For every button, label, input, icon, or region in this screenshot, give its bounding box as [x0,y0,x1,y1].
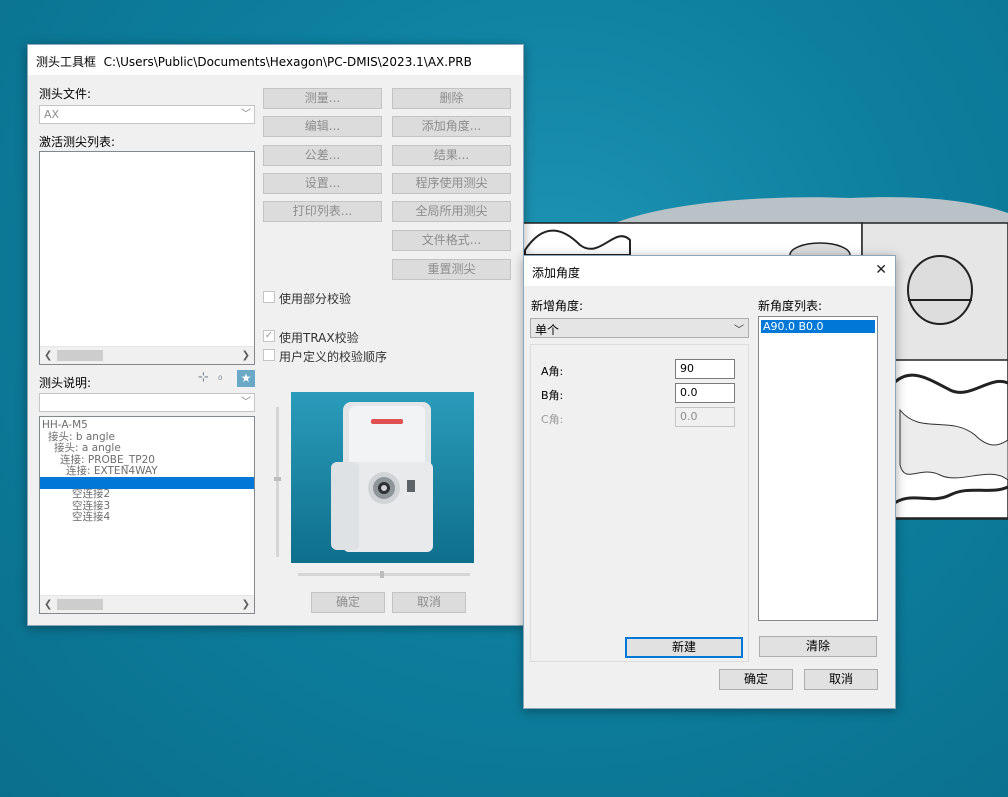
zero-component-icon[interactable]: ₀ [218,370,235,387]
scroll-thumb[interactable] [57,350,103,361]
chevron-down-icon: ﹀ [241,397,251,408]
angle-dialog-titlebar[interactable]: 添加角度 ✕ [524,256,895,286]
star-favorite-icon[interactable]: ★ [237,370,255,387]
angle-mode-select[interactable]: 单个 ﹀ [530,318,749,338]
scroll-left-icon[interactable]: ❮ [44,596,52,613]
results-button[interactable]: 结果... [392,145,511,166]
probe-3d-viewport[interactable] [291,392,474,563]
rotate-horizontal-slider[interactable] [298,571,470,578]
partial-calibration-checkbox[interactable] [263,291,275,303]
add-angles-dialog: 添加角度 ✕ 新增角度: 单个 ﹀ A角: 90 B角: 0.0 C角: 0.0… [523,255,896,709]
scroll-thumb[interactable] [57,599,103,610]
probe-component-tree[interactable]: HH-A-M5 接头: b angle 接头: a angle 连接: PROBE_T… [39,416,255,614]
reset-tips-button[interactable]: 重置测尖 [392,259,511,280]
trax-calibration-label: 使用TRAX校验 [279,331,359,345]
probe-file-label: 测头文件: [39,87,92,101]
angle-ok-button[interactable]: 确定 [719,669,793,690]
probe-file-combo[interactable]: AX ﹀ [39,105,255,124]
a-angle-label: A角: [541,365,564,378]
tolerance-button[interactable]: 公差... [263,145,382,166]
trax-calibration-checkbox[interactable]: ✓ [263,330,275,342]
probe-head-render [331,402,433,552]
new-angle-label: 新增角度: [531,299,584,313]
probe-window-title: 测头工具框 C:\Users\Public\Documents\Hexagon\… [36,55,472,69]
probe-toolbar-icons: ⊹ ₀ ★ [198,370,256,388]
slider-thumb[interactable] [274,477,281,481]
angle-list-items: A90.0 B0.0 [759,320,877,333]
add-component-icon[interactable]: ⊹ [198,370,215,387]
angle-dialog-title: 添加角度 [532,266,581,280]
active-tips-list[interactable]: ❮ ❯ [39,151,255,365]
scroll-right-icon[interactable]: ❯ [242,596,250,613]
zoom-vertical-slider[interactable] [274,407,281,557]
measure-button[interactable]: 测量... [263,88,382,109]
probe-ok-button[interactable]: 确定 [311,592,385,613]
tree-item[interactable]: 空连接2 [42,488,110,500]
tree-item[interactable]: 连接: EXTEN4WAY [42,465,158,477]
angle-input-panel: A角: 90 B角: 0.0 C角: 0.0 新建 [530,344,749,662]
edit-button[interactable]: 编辑... [263,116,382,137]
a-angle-input[interactable]: 90 [675,359,735,379]
probe-window-titlebar[interactable]: 测头工具框 C:\Users\Public\Documents\Hexagon\… [28,45,523,75]
tree-item[interactable]: 空连接3 [42,500,110,512]
probe-desc-label: 测头说明: [39,376,92,390]
print-list-button[interactable]: 打印列表... [263,201,382,222]
new-angle-list[interactable]: A90.0 B0.0 [758,316,878,621]
probe-cancel-button[interactable]: 取消 [392,592,466,613]
partial-calibration-label: 使用部分校验 [279,292,352,306]
close-icon[interactable]: ✕ [875,262,887,278]
tree-item[interactable]: 空连接4 [42,511,110,523]
angle-cancel-button[interactable]: 取消 [804,669,878,690]
b-angle-label: B角: [541,389,564,402]
new-angle-button[interactable]: 新建 [625,637,743,658]
chevron-down-icon: ﹀ [241,109,251,120]
program-used-tips-button[interactable]: 程序使用测尖 [392,173,511,194]
probe-desc-combo[interactable]: ﹀ [39,393,255,412]
clear-button[interactable]: 清除 [759,636,877,657]
file-format-button[interactable]: 文件格式... [392,230,511,251]
probe-utilities-window: 测头工具框 C:\Users\Public\Documents\Hexagon\… [27,44,524,626]
tips-hscrollbar[interactable]: ❮ ❯ [40,346,254,364]
user-order-checkbox[interactable] [263,349,275,361]
setup-button[interactable]: 设置... [263,173,382,194]
delete-button[interactable]: 删除 [392,88,511,109]
tree-item[interactable] [40,476,254,489]
user-order-label: 用户定义的校验顺序 [279,350,388,364]
b-angle-input[interactable]: 0.0 [675,383,735,403]
c-angle-label: C角: [541,413,564,426]
new-angle-list-label: 新角度列表: [758,299,823,313]
slider-thumb[interactable] [380,571,384,578]
scroll-left-icon[interactable]: ❮ [44,347,52,364]
angle-mode-value: 单个 [535,323,560,337]
tree-item[interactable]: 接头: b angle [42,431,115,443]
active-tips-label: 激活测尖列表: [39,135,116,149]
global-used-tips-button[interactable]: 全局所用测尖 [392,201,511,222]
tree-item[interactable]: HH-A-M5 [42,419,88,431]
c-angle-input[interactable]: 0.0 [675,407,735,427]
tree-hscrollbar[interactable]: ❮ ❯ [40,595,254,613]
tree-item[interactable]: 接头: a angle [42,442,121,454]
chevron-down-icon: ﹀ [734,325,744,336]
tree-item[interactable]: 连接: PROBE_TP20 [42,454,155,466]
add-angles-button[interactable]: 添加角度... [392,116,511,137]
scroll-right-icon[interactable]: ❯ [242,347,250,364]
angle-list-item[interactable]: A90.0 B0.0 [761,320,875,333]
